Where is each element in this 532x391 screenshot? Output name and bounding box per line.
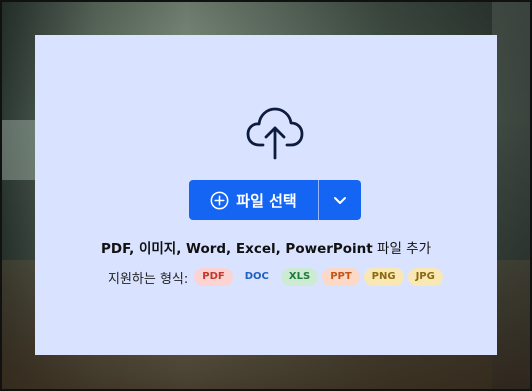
format-badge-pdf: PDF [194,268,233,286]
background-shape [492,0,532,391]
format-badge-png: PNG [363,268,404,286]
supported-file-types: PDF, 이미지, Word, Excel, PowerPoint [100,241,373,257]
supported-formats-label: 지원하는 형식: [108,271,189,287]
plus-circle-icon [210,191,229,210]
supported-formats-row: 지원하는 형식: PDF DOC XLS PPT PNG JPG [108,266,447,288]
select-file-button[interactable]: 파일 선택 [189,180,318,220]
file-select-button-group: 파일 선택 [189,180,361,220]
chevron-down-icon [334,197,346,204]
format-badge-doc: DOC [236,268,277,286]
add-files-description: PDF, 이미지, Word, Excel, PowerPoint 파일 추가 [0,237,532,257]
add-files-suffix: 파일 추가 [372,241,432,257]
format-badge-ppt: PPT [322,268,360,286]
cloud-upload-icon [246,106,304,160]
format-badge-jpg: JPG [407,268,443,286]
format-badge-xls: XLS [280,268,319,286]
file-source-dropdown-button[interactable] [319,180,361,220]
select-file-label: 파일 선택 [236,191,297,210]
